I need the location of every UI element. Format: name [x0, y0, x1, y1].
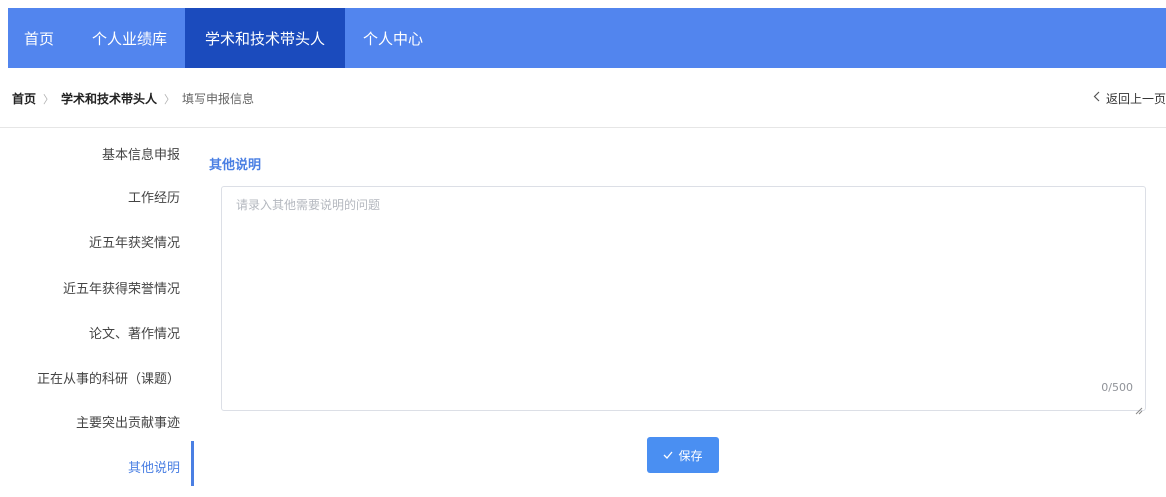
- nav-item-academic-leader[interactable]: 学术和技术带头人: [185, 8, 346, 68]
- breadcrumb-separator: 〉: [164, 92, 176, 106]
- top-navbar: 首页 个人业绩库 学术和技术带头人 个人中心: [8, 8, 1166, 68]
- section-title: 其他说明: [209, 158, 262, 173]
- nav-item-home[interactable]: 首页: [8, 8, 74, 68]
- other-notes-textarea-container: 0/500: [221, 186, 1146, 415]
- chevron-left-icon: [1093, 91, 1100, 106]
- breadcrumb: 首页 〉 学术和技术带头人 〉 填写申报信息: [12, 90, 254, 107]
- nav-item-personal-center[interactable]: 个人中心: [345, 8, 441, 68]
- sidebar-item-papers[interactable]: 论文、著作情况: [89, 323, 180, 342]
- sidebar-item-basic-info[interactable]: 基本信息申报: [102, 144, 180, 163]
- sidebar-item-research[interactable]: 正在从事的科研（课题）: [37, 368, 180, 387]
- sidebar: 基本信息申报 工作经历 近五年获奖情况 近五年获得荣誉情况 论文、著作情况 正在…: [0, 128, 194, 497]
- back-label: 返回上一页: [1105, 92, 1166, 106]
- breadcrumb-separator: 〉: [43, 92, 55, 106]
- breadcrumb-home[interactable]: 首页: [12, 90, 36, 107]
- top-margin: [0, 0, 1166, 8]
- other-notes-textarea[interactable]: [222, 187, 1145, 410]
- back-button[interactable]: 返回上一页: [1093, 90, 1166, 107]
- resize-handle-icon[interactable]: [1135, 400, 1143, 415]
- check-icon: [663, 448, 673, 462]
- save-button-label: 保存: [678, 448, 703, 463]
- nav-item-performance-library[interactable]: 个人业绩库: [74, 8, 185, 68]
- breadcrumb-bar: 首页 〉 学术和技术带头人 〉 填写申报信息 返回上一页: [0, 68, 1166, 128]
- sidebar-item-honors[interactable]: 近五年获得荣誉情况: [63, 278, 180, 297]
- save-button[interactable]: 保存: [647, 437, 719, 473]
- breadcrumb-current: 填写申报信息: [182, 92, 255, 106]
- sidebar-item-work-experience[interactable]: 工作经历: [128, 187, 180, 206]
- sidebar-active-indicator: [191, 441, 194, 486]
- char-counter: 0/500: [1101, 381, 1133, 394]
- breadcrumb-parent[interactable]: 学术和技术带头人: [61, 90, 157, 107]
- sidebar-item-contributions[interactable]: 主要突出贡献事迹: [76, 412, 180, 431]
- sidebar-item-awards[interactable]: 近五年获奖情况: [89, 232, 180, 251]
- sidebar-item-other-notes[interactable]: 其他说明: [128, 457, 180, 476]
